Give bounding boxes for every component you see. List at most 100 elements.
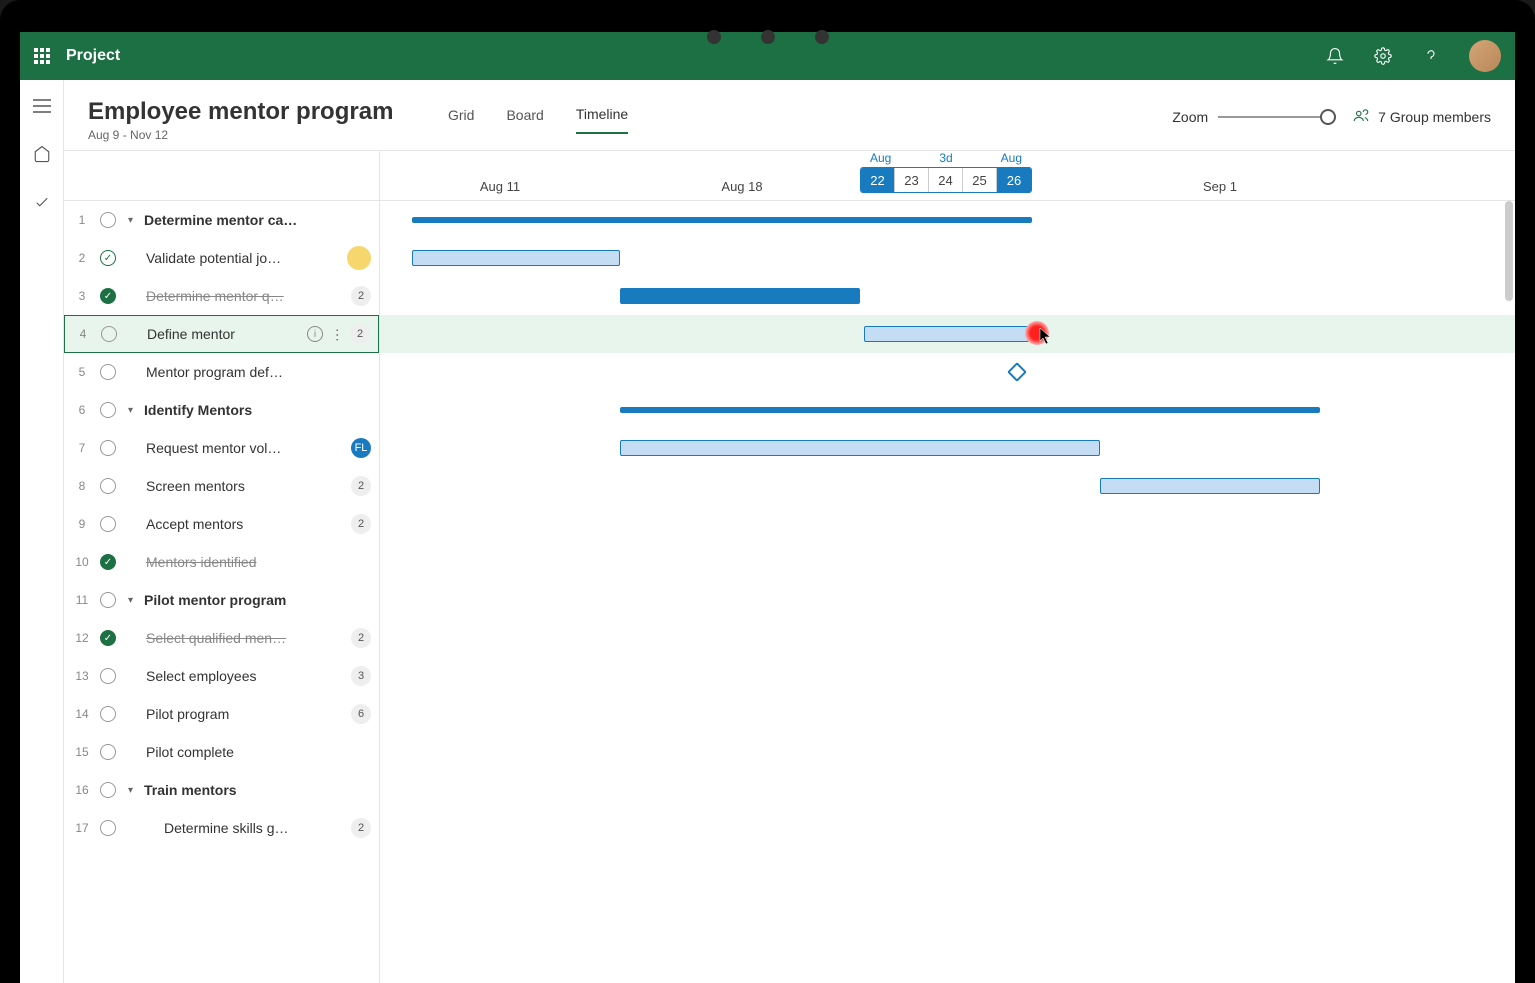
count-badge: 2 <box>351 476 371 496</box>
date-box[interactable]: 26 <box>997 168 1031 192</box>
chevron-down-icon[interactable]: ▾ <box>128 215 140 226</box>
date-box[interactable]: 22 <box>861 168 895 192</box>
gantt-bar-summary[interactable] <box>412 217 1032 223</box>
content: Employee mentor program Aug 9 - Nov 12 G… <box>64 80 1515 983</box>
task-row[interactable]: 12Select qualified men…2 <box>64 619 379 657</box>
task-row[interactable]: 1▾Determine mentor ca… <box>64 201 379 239</box>
gantt-bar-milestone[interactable] <box>1007 362 1027 382</box>
info-icon[interactable]: i <box>307 326 323 342</box>
row-number: 1 <box>64 213 100 227</box>
gantt-row <box>380 733 1515 771</box>
scrollbar-vertical[interactable] <box>1505 201 1513 301</box>
task-checkbox[interactable] <box>101 326 117 342</box>
gantt-row <box>380 505 1515 543</box>
chevron-down-icon[interactable]: ▾ <box>128 595 140 606</box>
home-icon[interactable] <box>24 136 60 172</box>
chevron-down-icon[interactable]: ▾ <box>128 405 140 416</box>
task-checkbox[interactable] <box>100 782 116 798</box>
task-name: Validate potential jo… <box>128 250 341 266</box>
settings-icon[interactable] <box>1373 46 1393 66</box>
task-row[interactable]: 13Select employees3 <box>64 657 379 695</box>
task-checkbox[interactable] <box>100 592 116 608</box>
task-checkbox[interactable] <box>100 364 116 380</box>
task-list: 1▾Determine mentor ca…2Validate potentia… <box>64 201 379 847</box>
more-icon[interactable]: ⋯ <box>329 328 346 341</box>
task-checkbox[interactable] <box>100 440 116 456</box>
date-label: Aug 11 <box>480 179 520 194</box>
row-number: 13 <box>64 669 100 683</box>
row-number: 5 <box>64 365 100 379</box>
task-row[interactable]: 11▾Pilot mentor program <box>64 581 379 619</box>
assignee-avatar[interactable] <box>347 246 371 270</box>
task-row[interactable]: 14Pilot program6 <box>64 695 379 733</box>
task-row[interactable]: 15Pilot complete <box>64 733 379 771</box>
app-launcher-icon[interactable] <box>34 48 50 64</box>
task-checkbox[interactable] <box>100 630 116 646</box>
task-row[interactable]: 8Screen mentors2 <box>64 467 379 505</box>
task-name: Accept mentors <box>128 516 345 532</box>
row-number: 12 <box>64 631 100 645</box>
gantt-bar-task[interactable] <box>620 440 1100 456</box>
task-row[interactable]: 17Determine skills g…2 <box>64 809 379 847</box>
camera-bar <box>707 30 829 44</box>
task-checkbox[interactable] <box>100 212 116 228</box>
task-checkbox[interactable] <box>100 554 116 570</box>
task-checkbox[interactable] <box>100 820 116 836</box>
gantt-bar-summary[interactable] <box>620 407 1320 413</box>
tab-grid[interactable]: Grid <box>448 107 474 133</box>
user-avatar[interactable] <box>1469 40 1501 72</box>
date-header: Aug 11Aug 18Sep 1Aug3dAug2223242526 <box>380 151 1515 201</box>
members-label: 7 Group members <box>1378 109 1491 125</box>
task-name: Define mentor <box>129 326 301 342</box>
camera-dot <box>761 30 775 44</box>
tab-board[interactable]: Board <box>506 107 543 133</box>
gantt-bar-task[interactable] <box>1100 478 1320 494</box>
help-icon[interactable] <box>1421 46 1441 66</box>
zoom-handle[interactable] <box>1320 109 1336 125</box>
task-row[interactable]: 6▾Identify Mentors <box>64 391 379 429</box>
task-checkbox[interactable] <box>100 288 116 304</box>
gantt-row <box>380 809 1515 847</box>
gantt-row <box>380 315 1515 353</box>
date-box[interactable]: 24 <box>929 168 963 192</box>
date-box[interactable]: 23 <box>895 168 929 192</box>
task-row[interactable]: 3Determine mentor q…2 <box>64 277 379 315</box>
task-checkbox[interactable] <box>100 706 116 722</box>
task-row[interactable]: 9Accept mentors2 <box>64 505 379 543</box>
date-box[interactable]: 25 <box>963 168 997 192</box>
row-number: 10 <box>64 555 100 569</box>
menu-icon[interactable] <box>24 88 60 124</box>
task-name: Select qualified men… <box>128 630 345 646</box>
gantt-row <box>380 695 1515 733</box>
task-row[interactable]: 4Define mentori⋯2 <box>64 315 379 353</box>
task-row[interactable]: 16▾Train mentors <box>64 771 379 809</box>
task-checkbox[interactable] <box>100 250 116 266</box>
task-row[interactable]: 10 Mentors identified <box>64 543 379 581</box>
chevron-down-icon[interactable]: ▾ <box>128 785 140 796</box>
row-number: 9 <box>64 517 100 531</box>
count-badge: 2 <box>350 324 370 344</box>
task-checkbox[interactable] <box>100 668 116 684</box>
tab-timeline[interactable]: Timeline <box>576 106 628 134</box>
task-checkbox[interactable] <box>100 402 116 418</box>
task-checkbox[interactable] <box>100 478 116 494</box>
gantt-bar-task-dark[interactable] <box>620 288 860 304</box>
task-name: Mentors identified <box>128 554 371 570</box>
gantt-row <box>380 543 1515 581</box>
row-number: 16 <box>64 783 100 797</box>
task-checkbox[interactable] <box>100 516 116 532</box>
task-row[interactable]: 5Mentor program def… <box>64 353 379 391</box>
gantt-bar-task[interactable] <box>864 326 1029 342</box>
notifications-icon[interactable] <box>1325 46 1345 66</box>
task-checkbox[interactable] <box>100 744 116 760</box>
task-name: Select employees <box>128 668 345 684</box>
members-button[interactable]: 7 Group members <box>1352 106 1491 127</box>
check-icon[interactable] <box>24 184 60 220</box>
zoom-slider[interactable] <box>1218 116 1328 118</box>
date-label: Sep 1 <box>1203 179 1237 194</box>
task-row[interactable]: 2Validate potential jo… <box>64 239 379 277</box>
task-row[interactable]: 7Request mentor vol…FL <box>64 429 379 467</box>
row-number: 3 <box>64 289 100 303</box>
screen: Project <box>20 32 1515 983</box>
gantt-bar-task[interactable] <box>412 250 620 266</box>
